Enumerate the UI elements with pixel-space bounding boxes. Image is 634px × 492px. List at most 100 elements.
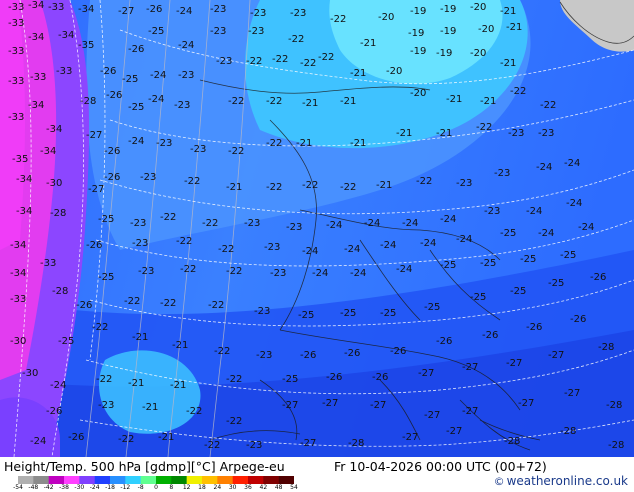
contour-label: -25	[298, 310, 314, 321]
colorbar-segment	[248, 476, 264, 484]
contour-label: -24	[564, 158, 580, 169]
contour-label: -33	[8, 112, 24, 123]
contour-label: -27	[564, 388, 580, 399]
contour-label: -26	[526, 322, 542, 333]
contour-label: -21	[128, 378, 144, 389]
contour-label: -21	[436, 128, 452, 139]
contour-label: -24	[30, 436, 46, 447]
contour-label: -21	[170, 380, 186, 391]
contour-label: -26	[590, 272, 606, 283]
contour-label: -22	[176, 236, 192, 247]
contour-label: -23	[246, 440, 262, 451]
contour-label: -26	[100, 66, 116, 77]
contour-label: -22	[476, 122, 492, 133]
contour-label: -33	[56, 66, 72, 77]
colorbar-segment	[202, 476, 218, 484]
contour-label: -25	[380, 308, 396, 319]
colorbar-segment	[79, 476, 95, 484]
contour-label: -27	[462, 406, 478, 417]
contour-label: -22	[226, 266, 242, 277]
contour-label: -34	[16, 206, 32, 217]
contour-label: -23	[456, 178, 472, 189]
contour-label: -34	[78, 4, 94, 15]
contour-label: -25	[500, 228, 516, 239]
contour-label: -21	[500, 6, 516, 17]
contour-label: -34	[40, 146, 56, 157]
credit-link[interactable]: © weatheronline.co.uk	[494, 474, 628, 488]
footer-bar: Height/Temp. 500 hPa [gdmp][°C] Arpege-e…	[0, 457, 634, 491]
contour-label: -22	[272, 54, 288, 65]
contour-label: -33	[8, 46, 24, 57]
contour-label: -20	[470, 2, 486, 13]
contour-label: -23	[178, 70, 194, 81]
contour-label: -26	[86, 240, 102, 251]
contour-label: -26	[104, 146, 120, 157]
contour-label: -22	[266, 138, 282, 149]
contour-label: -27	[548, 350, 564, 361]
contour-label: -24	[326, 220, 342, 231]
contour-label: -22	[226, 416, 242, 427]
contour-label: -19	[408, 28, 424, 39]
contour-label: -26	[104, 172, 120, 183]
contour-label: -25	[510, 286, 526, 297]
contour-label: -28	[52, 286, 68, 297]
contour-label: -22	[416, 176, 432, 187]
contour-label: -19	[410, 6, 426, 17]
contour-label: -22	[160, 212, 176, 223]
contour-label: -33	[8, 18, 24, 29]
contour-label: -24	[178, 40, 194, 51]
contour-label: -27	[118, 6, 134, 17]
contour-label: -26	[344, 348, 360, 359]
contour-label: -21	[506, 22, 522, 33]
colorbar-segment	[64, 476, 80, 484]
contour-label: -20	[410, 88, 426, 99]
contour-label: -23	[264, 242, 280, 253]
contour-label: -26	[68, 432, 84, 443]
contour-label: -25	[148, 26, 164, 37]
contour-label: -22	[208, 300, 224, 311]
colorbar-segment	[48, 476, 65, 484]
contour-label: -19	[440, 26, 456, 37]
contour-label: -27	[506, 358, 522, 369]
contour-label: -21	[350, 68, 366, 79]
contour-label: -24	[526, 206, 542, 217]
colorbar-segment	[232, 476, 249, 484]
contour-label: -23	[210, 26, 226, 37]
colorbar-segment	[125, 476, 141, 484]
contour-label: -21	[172, 340, 188, 351]
contour-label: -26	[326, 372, 342, 383]
contour-label: -23	[174, 100, 190, 111]
contour-label: -23	[286, 222, 302, 233]
contour-label: -22	[510, 86, 526, 97]
contour-label: -21	[132, 332, 148, 343]
contour-label: -24	[364, 218, 380, 229]
contour-label: -24	[578, 222, 594, 233]
contour-label: -23	[250, 8, 266, 19]
contour-label: -34	[10, 268, 26, 279]
contour-label: -26	[106, 90, 122, 101]
contour-label: -20	[470, 48, 486, 59]
contour-label: -22	[246, 56, 262, 67]
contour-label: -28	[80, 96, 96, 107]
contour-label: -28	[50, 208, 66, 219]
contour-label: -22	[214, 346, 230, 357]
contour-label: -23	[254, 306, 270, 317]
contour-label: -24	[176, 6, 192, 17]
contour-label: -24	[148, 94, 164, 105]
contour-label: -25	[98, 214, 114, 225]
contour-label: -23	[156, 138, 172, 149]
contour-label: -28	[608, 440, 624, 451]
map-title: Height/Temp. 500 hPa [gdmp][°C] Arpege-e…	[4, 459, 285, 474]
contour-label: -28	[504, 436, 520, 447]
contour-label: -27	[282, 400, 298, 411]
contour-label: -27	[88, 184, 104, 195]
copyright-symbol: ©	[493, 475, 505, 488]
contour-label: -25	[122, 74, 138, 85]
contour-label: -27	[300, 438, 316, 449]
contour-label: -23	[210, 4, 226, 15]
temperature-colorbar	[18, 476, 294, 484]
contour-label: -33	[40, 258, 56, 269]
contour-label: -22	[202, 218, 218, 229]
contour-label: -30	[46, 178, 62, 189]
contour-label: -22	[124, 296, 140, 307]
